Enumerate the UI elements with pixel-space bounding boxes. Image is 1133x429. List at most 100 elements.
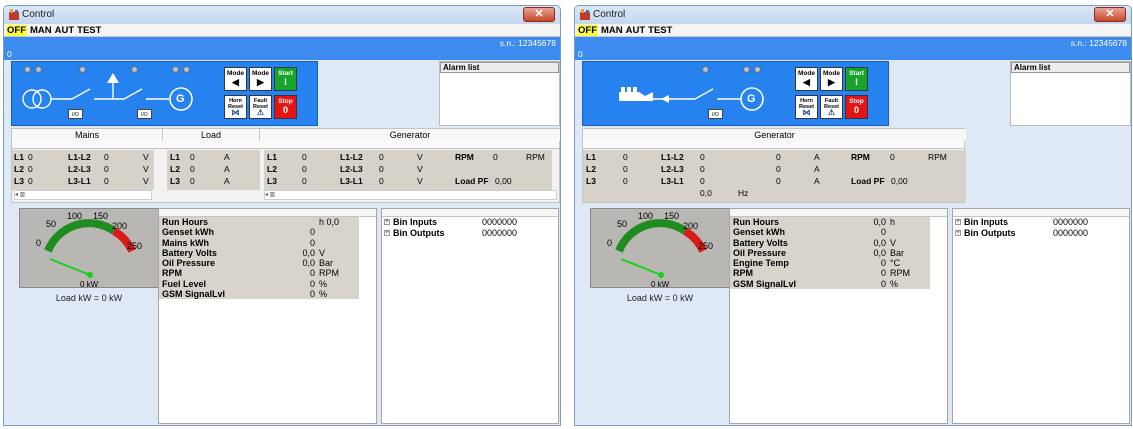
factory-icon — [619, 92, 653, 101]
generator-rows: L1 0 L1-L2 0 V L2 0 L2-L3 0 V L3 0 L3-L1 0 V RPM 0 RPM… — [264, 150, 552, 190]
gauge-tick: 200 — [112, 221, 127, 231]
expand-icon[interactable]: + — [955, 230, 961, 236]
bin-outputs-row[interactable]: + Bin Outputs 0000000 — [382, 228, 558, 239]
values-panel: Run Hours 0,0 h Genset kWh 0 Mains kWh 0 Bat… — [158, 208, 377, 424]
indicator-led — [702, 66, 709, 73]
mode-right-button[interactable]: Mode ▶ — [249, 67, 272, 91]
gauge-readout: 0 kW — [651, 280, 670, 289]
value-row[interactable]: Oil Pressure 0,0 Bar — [730, 247, 930, 259]
gauge-readout: 0 kW — [80, 280, 99, 289]
values-header — [159, 209, 376, 217]
generator-symbol: G — [747, 93, 756, 105]
expand-icon[interactable]: + — [955, 219, 961, 225]
value-row[interactable]: Run Hours 0,0 h — [730, 217, 930, 228]
window-2-content: G I/O Mode ◀ Mode ▶ Start I Horn Reset ⋈ Fau… — [574, 0, 1132, 429]
generator-symbol: G — [176, 93, 185, 105]
value-row[interactable]: RPM 0 RPM — [159, 268, 359, 279]
value-row[interactable]: Oil Pressure 0,0 Bar — [159, 258, 359, 269]
column-header-row — [583, 141, 964, 149]
arrow-right-icon: ▶ — [257, 77, 264, 87]
binary-header — [382, 209, 558, 217]
io-button[interactable]: I/O — [68, 109, 83, 119]
gauge-needle — [49, 258, 91, 276]
gauge-caption: Load kW = 0 kW — [626, 293, 694, 303]
indicator-led — [172, 66, 179, 73]
alarm-list[interactable]: Alarm list — [439, 61, 560, 126]
mode-right-button[interactable]: Mode ▶ — [820, 67, 843, 91]
fault-icon: ⚠ — [827, 108, 836, 117]
gauge-tick: 250 — [698, 241, 713, 251]
gauge-tick: 50 — [617, 219, 627, 229]
mode-left-button[interactable]: Mode ◀ — [224, 67, 247, 91]
horn-icon: ⋈ — [231, 108, 240, 117]
expand-icon[interactable]: + — [384, 219, 390, 225]
section-mains: Mains — [12, 129, 163, 141]
gauge-tick: 50 — [46, 219, 56, 229]
start-button[interactable]: Start I — [845, 67, 868, 91]
arrow-left-icon: ◀ — [232, 77, 239, 87]
indicator-led — [79, 66, 86, 73]
start-button[interactable]: Start I — [274, 67, 297, 91]
gauge-caption: Load kW = 0 kW — [55, 293, 123, 303]
value-row[interactable]: Genset kWh 0 — [159, 227, 359, 238]
window-1-content: G I/O I/O Mode ◀ Mode ▶ Start I Horn Reset ⋈… — [3, 0, 561, 429]
stop-button[interactable]: Stop 0 — [845, 95, 868, 119]
value-row[interactable]: Fuel Level 0% — [159, 278, 359, 290]
value-row[interactable]: RPM 0 RPM — [730, 268, 930, 279]
bin-outputs-row[interactable]: + Bin Outputs 0000000 — [953, 228, 1129, 239]
gauge-dial: 0 50 100 150 200 250 0 kW — [607, 211, 713, 289]
section-generator: Generator — [583, 129, 966, 141]
value-row[interactable]: GSM SignalLvl 0% — [730, 278, 930, 290]
horizontal-scrollbar[interactable]: ◂ ▥ — [14, 190, 152, 200]
gauge-tick: 150 — [93, 211, 108, 221]
fault-reset-button[interactable]: Fault Reset ⚠ — [820, 95, 843, 119]
gauge-tick: 100 — [638, 211, 653, 221]
value-row[interactable]: Mains kWh 0 — [159, 237, 359, 248]
binary-panel: + Bin Inputs 0000000 + Bin Outputs 0000000 — [381, 208, 559, 424]
horn-reset-button[interactable]: Horn Reset ⋈ — [224, 95, 247, 119]
values-header — [730, 209, 947, 217]
gauge-tick: 0 — [36, 238, 41, 248]
fault-reset-button[interactable]: Fault Reset ⚠ — [249, 95, 272, 119]
value-row[interactable]: GSM SignalLvl 0% — [159, 289, 359, 300]
expand-icon[interactable]: + — [384, 230, 390, 236]
fault-icon: ⚠ — [256, 108, 265, 117]
arrow-right-icon: ▶ — [828, 77, 835, 87]
alarm-list[interactable]: Alarm list — [1010, 61, 1131, 126]
single-line-scheme: G I/O Mode ◀ Mode ▶ Start I Horn Reset ⋈ Fau… — [582, 61, 889, 126]
column-header-row — [12, 141, 559, 149]
single-line-diagram — [22, 73, 193, 111]
gauge-tick: 150 — [664, 211, 679, 221]
value-row[interactable]: Battery Volts 0,0 V — [730, 237, 930, 248]
indicator-led — [24, 66, 31, 73]
horizontal-scrollbar[interactable]: ◂ ▥ — [264, 190, 557, 200]
indicator-led — [183, 66, 190, 73]
section-load: Load — [163, 129, 260, 141]
io-button[interactable]: I/O — [137, 109, 152, 119]
mode-left-button[interactable]: Mode ◀ — [795, 67, 818, 91]
gauge-tick: 250 — [127, 241, 142, 251]
io-button[interactable]: I/O — [708, 109, 723, 119]
gauge-tick: 100 — [67, 211, 82, 221]
alarm-list-header: Alarm list — [440, 62, 559, 73]
indicator-led — [754, 66, 761, 73]
value-row[interactable]: Engine Temp 0 °C — [730, 258, 930, 269]
indicator-led — [35, 66, 42, 73]
measurement-table: Mains Load Generator L1 0 L1-L2 0 V L2 0 L2-L3… — [11, 128, 560, 203]
gauge-tick: 200 — [683, 221, 698, 231]
section-generator: Generator — [260, 129, 560, 141]
binary-panel: + Bin Inputs 0000000 + Bin Outputs 0000000 — [952, 208, 1130, 424]
stop-button[interactable]: Stop 0 — [274, 95, 297, 119]
load-gauge: 0 50 100 150 200 250 0 kW — [19, 208, 159, 289]
horn-reset-button[interactable]: Horn Reset ⋈ — [795, 95, 818, 119]
generator-rows: L1 0 L1-L2 0 0 A L2 0 L2-L3 0 0 A L3 0 L3-L1 0 0 A RPM 0… — [583, 150, 966, 202]
single-line-scheme: G I/O I/O Mode ◀ Mode ▶ Start I Horn Reset ⋈… — [11, 61, 318, 126]
bin-inputs-row[interactable]: + Bin Inputs 0000000 — [953, 217, 1129, 228]
value-row[interactable]: Run Hours 0,0 h — [159, 217, 359, 228]
bin-inputs-row[interactable]: + Bin Inputs 0000000 — [382, 217, 558, 228]
measurement-table: Generator L1 0 L1-L2 0 0 A L2 0 L2-L3 0 0 A L3 0 L3-… — [582, 128, 966, 203]
indicator-led — [131, 66, 138, 73]
value-row[interactable]: Genset kWh 0 — [730, 227, 930, 238]
value-row[interactable]: Battery Volts 0,0 V — [159, 247, 359, 259]
values-list: Run Hours 0,0 h Genset kWh 0 Mains kWh 0 Bat… — [159, 217, 376, 300]
